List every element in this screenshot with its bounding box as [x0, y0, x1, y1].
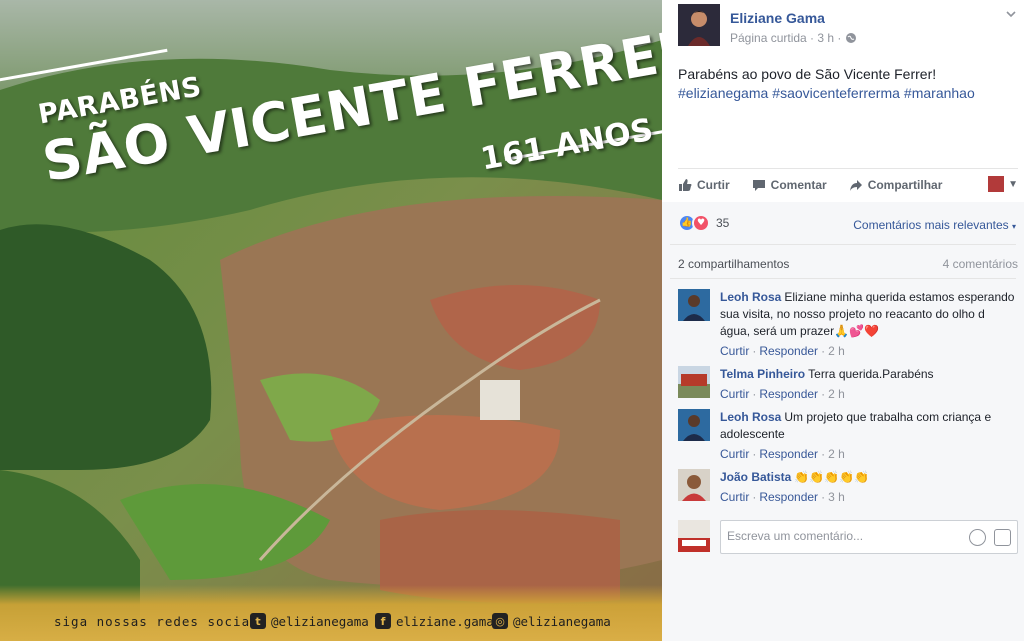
comment-like-link[interactable]: Curtir: [720, 387, 749, 401]
avatar[interactable]: [678, 4, 720, 46]
reactions-summary[interactable]: 👍 ♥ 35: [678, 214, 729, 232]
comment-author[interactable]: Leoh Rosa: [720, 290, 781, 304]
share-icon: [849, 180, 862, 191]
facebook-icon: f: [375, 613, 391, 629]
comment-input[interactable]: [727, 529, 957, 543]
comment-time[interactable]: 3 h: [828, 490, 845, 504]
commenter-avatar[interactable]: [678, 469, 710, 501]
comment-reply-link[interactable]: Responder: [759, 387, 818, 401]
emoji-icon[interactable]: [969, 529, 986, 546]
comment-text: 👏👏👏👏👏: [794, 470, 870, 484]
love-reaction-icon: ♥: [692, 214, 710, 232]
divider: [670, 244, 1016, 245]
post-sidebar: Eliziane Gama Página curtida · 3 h · Par…: [662, 0, 1024, 641]
commenter-avatar[interactable]: [678, 366, 710, 398]
sticker-icon[interactable]: [994, 529, 1011, 546]
comment-actions: Curtir · Responder · 3 h: [720, 490, 845, 504]
page-avatar-small: [988, 176, 1005, 192]
avatar-image: [678, 4, 720, 46]
comment-actions: Curtir · Responder · 2 h: [720, 387, 845, 401]
post-photo[interactable]: PARABÉNS SÃO VICENTE FERRER 161 ANOS sig…: [0, 0, 662, 641]
like-button[interactable]: Curtir: [678, 178, 730, 192]
comment-body: Leoh Rosa Eliziane minha querida estamos …: [720, 289, 1018, 360]
social-instagram: ◎ @elizianegama: [492, 613, 611, 629]
post-meta: Página curtida · 3 h ·: [730, 31, 857, 45]
globe-icon: [846, 33, 857, 43]
commenter-avatar[interactable]: [678, 289, 710, 321]
comment-tools: [969, 529, 1011, 546]
comment-sort-label: Comentários mais relevantes: [853, 218, 1009, 232]
hashtag-link[interactable]: #maranhao: [904, 85, 975, 101]
comment-author[interactable]: Leoh Rosa: [720, 410, 781, 424]
post-meta-text: Página curtida · 3 h ·: [730, 31, 842, 45]
post-actions: Curtir Comentar Compartilhar ▼: [678, 172, 1018, 198]
hashtag-link[interactable]: #saovicenteferrerma: [772, 85, 900, 101]
social-handle: eliziane.gama: [396, 613, 494, 629]
comment-like-link[interactable]: Curtir: [720, 447, 749, 461]
comment-actions: Curtir · Responder · 2 h: [720, 344, 845, 358]
comment-author[interactable]: João Batista: [720, 470, 791, 484]
commenter-avatar[interactable]: [678, 409, 710, 441]
comment-body: João Batista 👏👏👏👏👏 Curtir · Responder · 3 h: [720, 469, 1018, 506]
post-hashtags: #elizianegama #saovicenteferrerma #maranha…: [678, 84, 1008, 103]
share-button[interactable]: Compartilhar: [849, 178, 943, 192]
social-facebook: f eliziane.gama: [375, 613, 494, 629]
post-header: Eliziane Gama Página curtida · 3 h ·: [678, 4, 1018, 48]
comment-time[interactable]: 2 h: [828, 387, 845, 401]
comment-like-link[interactable]: Curtir: [720, 490, 749, 504]
hashtag-link[interactable]: #elizianegama: [678, 85, 768, 101]
shares-count[interactable]: 2 compartilhamentos: [678, 257, 789, 271]
comment-reply-link[interactable]: Responder: [759, 344, 818, 358]
comment-button[interactable]: Comentar: [752, 178, 827, 192]
comments-count[interactable]: 4 comentários: [943, 257, 1018, 271]
like-label: Curtir: [697, 178, 730, 192]
caret-down-icon: ▼: [1008, 178, 1018, 190]
chevron-down-icon[interactable]: [1004, 8, 1018, 22]
comment-input-box: [720, 520, 1018, 554]
divider: [670, 278, 1016, 279]
comment-icon: [752, 180, 765, 191]
comment-body: Leoh Rosa Um projeto que trabalha com cri…: [720, 409, 1018, 463]
share-label: Compartilhar: [867, 178, 943, 192]
divider: [678, 168, 1018, 169]
reaction-icons: 👍 ♥: [678, 214, 710, 232]
photo-footer: siga nossas redes sociais t @elizianegam…: [0, 609, 662, 633]
thumbs-up-icon: [679, 179, 692, 191]
comment-text: Terra querida.Parabéns: [808, 367, 934, 381]
footer-tagline: siga nossas redes sociais: [54, 613, 268, 629]
comment-body: Telma Pinheiro Terra querida.Parabéns Cur…: [720, 366, 1018, 403]
social-twitter: t @elizianegama: [250, 613, 369, 629]
instagram-icon: ◎: [492, 613, 508, 629]
post-stats: 2 compartilhamentos 4 comentários: [678, 257, 1018, 271]
post-message: Parabéns ao povo de São Vicente Ferrer! …: [678, 65, 1008, 103]
comment-actions: Curtir · Responder · 2 h: [720, 447, 845, 461]
reaction-count: 35: [716, 216, 730, 230]
caret-down-icon: ▾: [1011, 222, 1016, 231]
comment-label: Comentar: [770, 178, 827, 192]
comment-author[interactable]: Telma Pinheiro: [720, 367, 805, 381]
comment-composer: [678, 520, 1018, 554]
comment-reply-link[interactable]: Responder: [759, 490, 818, 504]
post-text: Parabéns ao povo de São Vicente Ferrer!: [678, 66, 937, 82]
social-handle: @elizianegama: [271, 613, 369, 629]
social-handle: @elizianegama: [513, 613, 611, 629]
comment-reply-link[interactable]: Responder: [759, 447, 818, 461]
post-as-selector[interactable]: ▼: [988, 176, 1018, 192]
comment-like-link[interactable]: Curtir: [720, 344, 749, 358]
post-author-name[interactable]: Eliziane Gama: [730, 10, 825, 26]
twitter-icon: t: [250, 613, 266, 629]
current-user-avatar[interactable]: [678, 520, 710, 552]
comment-time[interactable]: 2 h: [828, 447, 845, 461]
comment-time[interactable]: 2 h: [828, 344, 845, 358]
comment-sort-dropdown[interactable]: Comentários mais relevantes ▾: [853, 218, 1016, 232]
